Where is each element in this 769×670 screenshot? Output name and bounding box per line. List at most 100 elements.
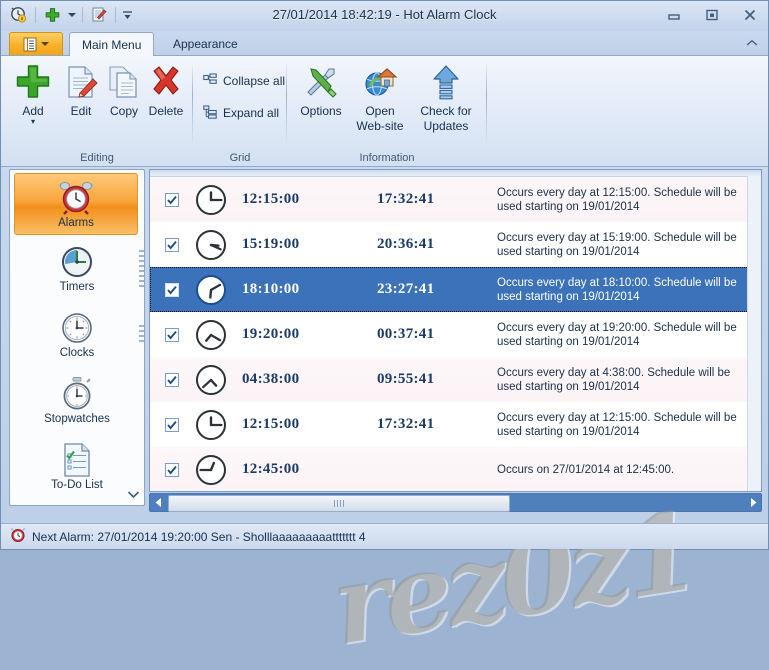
grid-vertical-scrollbar[interactable] [747,176,761,491]
sidebar-item-stopwatches[interactable]: Stopwatches [10,367,144,433]
chevron-down-icon [41,42,49,46]
check-updates-button[interactable]: Check for Updates [413,61,479,139]
group-separator-3 [486,62,487,146]
ribbon-group-information: Options Open Web-site Check for Updates … [287,56,487,166]
enabled-checkbox[interactable] [165,372,179,387]
check-updates-label-line2: Updates [423,119,469,133]
birthday-cake-icon [56,501,98,505]
open-website-button[interactable]: Open Web-site [349,61,411,139]
expand-all-button[interactable]: Expand all [203,102,279,124]
scroll-right-arrow-icon[interactable] [745,495,761,510]
sidebar-item-birthdays[interactable] [10,499,144,505]
schedule-description-cell: Occurs every day at 18:10:00. Schedule w… [497,276,737,303]
edit-document-icon [63,61,99,103]
table-row[interactable]: 18:10:00 23:27:41 Occurs every day at 18:1… [150,267,761,312]
navigation-pane: Alarms Timers Clocks Stopwatches To-Do L… [9,169,145,506]
options-button[interactable]: Options [293,61,349,139]
timer-icon [60,243,94,279]
enabled-checkbox[interactable] [165,462,179,477]
grip-line [343,500,344,507]
ribbon-group-editing: Add ▾ Edit Copy Delete Editing [1,56,193,166]
table-row[interactable]: 12:15:00 17:32:41 Occurs every day at 12:1… [150,402,761,447]
row-enabled-cell [150,237,194,252]
collapse-all-label: Collapse all [223,74,286,88]
schedule-description-cell: Occurs every day at 12:15:00. Schedule w… [497,411,737,438]
watermark: rez0z1 [323,488,702,670]
close-button[interactable] [738,5,762,25]
collapse-all-button[interactable]: Collapse all [203,70,285,92]
next-occurrence-cell: 09:55:41 [377,371,435,387]
scroll-left-arrow-icon[interactable] [150,495,166,510]
enabled-checkbox[interactable] [165,192,179,207]
clock-1245-icon [194,453,242,487]
grip-line [334,500,335,507]
enabled-checkbox[interactable] [165,282,179,297]
hscroll-thumb[interactable] [168,495,510,512]
next-occurrence-cell: 17:32:41 [377,191,435,207]
enabled-checkbox[interactable] [165,327,179,342]
row-enabled-cell [150,327,194,342]
sidebar-item-timers[interactable]: Timers [10,235,144,301]
chevron-up-icon[interactable] [744,35,760,51]
clock-1215-icon [194,183,242,217]
enabled-checkbox[interactable] [165,237,179,252]
schedule-description-cell: Occurs every day at 4:38:00. Schedule wi… [497,366,731,393]
next-occurrence-cell: 23:27:41 [377,281,435,297]
window-title: 27/01/2014 18:42:19 - Hot Alarm Clock [272,7,497,22]
next-occurrence-cell: 00:37:41 [377,326,435,342]
row-enabled-cell [150,417,194,432]
schedule-description-cell: Occurs every day at 15:19:00. Schedule w… [497,231,737,258]
sidebar-item-alarms-label: Alarms [58,217,94,229]
grid-header-strip [150,170,761,177]
chevron-down-icon[interactable] [126,487,140,501]
delete-button[interactable]: Delete [138,61,194,139]
hscroll-track[interactable] [166,495,745,512]
enabled-checkbox[interactable] [165,417,179,432]
expand-all-label: Expand all [223,106,280,120]
ribbon-group-information-title: Information [359,152,415,164]
copy-button-label: Copy [109,104,138,118]
open-website-label-line1: Open [365,104,395,118]
clock-1519-icon [194,228,242,262]
grip-line [340,500,341,507]
table-row[interactable]: 15:19:00 20:36:41 Occurs every day at 15:1… [150,222,761,267]
row-enabled-cell [150,372,194,387]
todo-list-icon [62,441,92,477]
table-row[interactable]: 19:20:00 00:37:41 Occurs every day at 19:2… [150,312,761,357]
table-row[interactable]: 12:15:00 17:32:41 Occurs every day at 12:1… [150,177,761,222]
alarm-time-cell: 12:45:00 [242,461,300,477]
clock-1215-b-icon [194,408,242,442]
tab-appearance[interactable]: Appearance [161,32,250,55]
open-website-label-line2: Web-site [356,119,404,133]
table-row[interactable]: 12:45:00 Occurs on 27/01/2014 at 12:45:00… [150,447,761,491]
alarm-clock-icon [57,179,95,215]
globe-home-icon [362,61,398,103]
table-row[interactable]: 04:38:00 09:55:41 Occurs every day at 4:38… [150,357,761,402]
next-occurrence-cell: 17:32:41 [377,416,435,432]
tab-main-menu[interactable]: Main Menu [69,32,155,57]
grip-line [337,500,338,507]
grid-horizontal-scrollbar[interactable] [149,493,762,512]
application-menu-button[interactable] [9,32,63,55]
copy-icon [106,61,142,103]
alarm-time-cell: 12:15:00 [242,416,300,432]
status-bar-text: Next Alarm: 27/01/2014 19:20:00 Sen - Sh… [32,529,366,544]
options-button-label: Options [300,104,342,118]
row-enabled-cell [150,282,194,297]
ribbon-group-grid-title: Grid [229,152,251,164]
minimize-button[interactable] [662,5,686,25]
row-enabled-cell [150,192,194,207]
alarm-time-cell: 04:38:00 [242,371,300,387]
tools-icon [303,61,339,103]
sidebar-item-clocks[interactable]: Clocks [10,301,144,367]
schedule-description-cell: Occurs on 27/01/2014 at 12:45:00. [497,463,675,476]
chevron-down-icon[interactable]: ▾ [31,118,35,126]
ribbon-group-editing-title: Editing [80,152,114,164]
sidebar-item-todo-list[interactable]: To-Do List [10,433,144,499]
alarm-clock-icon [10,527,26,546]
restore-button[interactable] [700,5,724,25]
clock-1810-icon [194,273,242,307]
sidebar-item-alarms[interactable]: Alarms [14,173,138,235]
ribbon-group-grid: Collapse all Expand all Grid [193,56,287,166]
sidebar-item-stopwatches-label: Stopwatches [44,413,110,425]
